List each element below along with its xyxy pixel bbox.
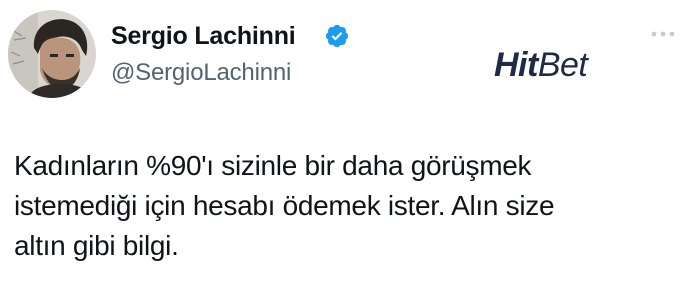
avatar-image — [8, 10, 96, 98]
author-display-name[interactable]: Sergio Lachinni — [111, 21, 296, 51]
tweet-text-line: altın gibi bilgi. — [14, 230, 179, 261]
tweet-text-line: istemediği için hesabı ödemek ister. Alı… — [14, 190, 555, 221]
verified-badge-icon — [325, 24, 349, 48]
brand-name-light: Bet — [537, 46, 588, 84]
tweet-text: Kadınların %90'ı sizinle bir daha görüşm… — [14, 146, 684, 266]
avatar[interactable] — [8, 10, 96, 98]
tweet-text-line: Kadınların %90'ı sizinle bir daha görüşm… — [14, 150, 532, 181]
brand-watermark: HitBet — [494, 45, 588, 85]
brand-name-bold: Hit — [494, 46, 538, 84]
more-options-icon[interactable] — [648, 26, 678, 42]
author-handle[interactable]: @SergioLachinni — [111, 58, 291, 88]
